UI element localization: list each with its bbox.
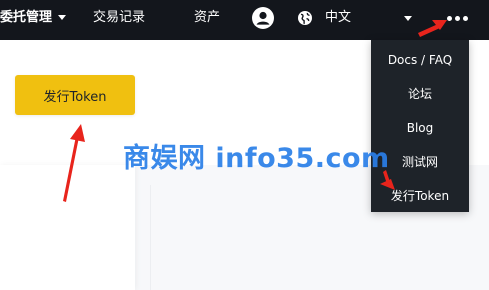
more-dropdown-menu: Docs / FAQ 论坛 Blog 测试网 发行Token xyxy=(371,40,469,212)
menu-item-forum[interactable]: 论坛 xyxy=(371,82,469,106)
issue-token-button[interactable]: 发行Token xyxy=(15,75,135,115)
more-dot xyxy=(446,15,452,21)
nav-entrust-menu[interactable]: 委托管理 xyxy=(0,0,67,36)
nav-entrust-label: 委托管理 xyxy=(0,10,53,25)
language-selector[interactable]: 中文 xyxy=(325,0,351,36)
menu-item-docs-faq[interactable]: Docs / FAQ xyxy=(371,48,469,72)
nav-trade-history[interactable]: 交易记录 xyxy=(93,0,145,36)
more-dots-icon[interactable] xyxy=(441,8,473,28)
chevron-down-icon[interactable] xyxy=(404,16,412,21)
user-avatar-icon[interactable] xyxy=(252,7,274,29)
watermark: 商娱网 info35.com xyxy=(123,143,390,174)
more-dot xyxy=(462,15,468,21)
more-dot xyxy=(454,15,460,21)
globe-icon[interactable] xyxy=(298,11,312,25)
top-nav-bar: 委托管理 交易记录 资产 中文 xyxy=(0,0,489,40)
content-card xyxy=(0,165,135,290)
menu-item-issue-token[interactable]: 发行Token xyxy=(371,184,469,208)
chevron-down-icon xyxy=(58,15,67,20)
divider xyxy=(150,185,151,290)
nav-assets[interactable]: 资产 xyxy=(194,0,220,36)
